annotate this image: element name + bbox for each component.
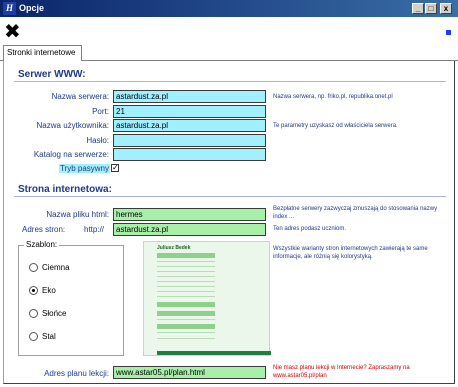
section-divider-website — [14, 196, 446, 197]
preview-row — [157, 261, 215, 262]
radio-label-slonce[interactable]: Słońce — [42, 309, 66, 318]
section-title-website: Strona internetowa: — [18, 184, 112, 195]
username-label: Nazwa użytkownika: — [36, 121, 109, 130]
lesson-plan-note: Nie masz planu lekcji w Internecie? Zapr… — [273, 365, 410, 379]
server-name-note: Nazwa serwera, np. friko.pl, republika.o… — [273, 94, 393, 100]
radio-label-eko[interactable]: Eko — [42, 286, 56, 295]
preview-bar — [157, 302, 215, 307]
passive-mode-label: Tryb pasywny — [58, 164, 110, 173]
preview-row — [157, 276, 215, 277]
radio-stal[interactable] — [29, 332, 38, 341]
radio-label-stal[interactable]: Stal — [42, 332, 56, 341]
address-note: Ten adres podasz uczniom. — [273, 226, 347, 232]
address-prefix: http:// — [84, 225, 105, 234]
toolbar — [0, 17, 458, 44]
username-input[interactable]: astardust.za.pl — [113, 119, 266, 132]
html-filename-input[interactable]: hermes — [113, 208, 266, 221]
template-note: Wszystkie warianty stron internetowych z… — [273, 246, 428, 260]
password-input[interactable] — [113, 134, 266, 147]
app-icon: H — [3, 2, 16, 15]
preview-title: Juliusz Bedek — [157, 245, 191, 251]
close-window-button[interactable]: x — [440, 3, 452, 14]
preview-row — [157, 291, 215, 292]
server-name-input[interactable]: astardust.za.pl — [113, 90, 266, 103]
radio-label-ciemna[interactable]: Ciemna — [42, 263, 70, 272]
window-title: Opcje — [19, 3, 45, 13]
port-label: Port: — [92, 107, 109, 116]
passive-mode-checkbox[interactable]: ✓ — [111, 164, 119, 172]
password-label: Hasło: — [86, 136, 109, 145]
preview-row — [157, 266, 215, 267]
template-preview-image: Juliusz Bedek — [143, 241, 271, 356]
section-title-server: Serwer WWW: — [18, 69, 86, 80]
preview-row — [157, 338, 215, 339]
blue-square-icon — [446, 30, 451, 35]
radio-slonce[interactable] — [29, 309, 38, 318]
preview-bar — [157, 311, 215, 316]
server-name-label: Nazwa serwera: — [51, 92, 109, 101]
template-legend: Szablon: — [24, 240, 60, 249]
radio-eko[interactable] — [29, 286, 38, 295]
preview-row — [157, 296, 215, 297]
preview-bar — [157, 253, 215, 258]
minimize-button[interactable]: _ — [412, 3, 424, 14]
title-bar: H Opcje _ □ x — [0, 0, 458, 17]
section-divider-server — [14, 81, 446, 82]
address-input[interactable]: astardust.za.pl — [113, 223, 266, 236]
lesson-plan-input[interactable]: www.astar05.pl/plan.html — [113, 366, 266, 379]
preview-bar — [157, 324, 215, 329]
html-filename-label: Nazwa pliku html: — [46, 210, 109, 219]
address-label: Adres stron: — [22, 225, 66, 234]
preview-footer-bar — [157, 351, 271, 355]
username-note: Te parametry uzyskasz od właściciela ser… — [273, 123, 398, 129]
preview-row — [157, 319, 215, 320]
directory-input[interactable] — [113, 148, 266, 161]
tab-stronki-internetowe[interactable]: Stronki internetowe — [3, 45, 82, 61]
lesson-plan-label: Adres planu lekcji: — [44, 369, 109, 378]
preview-row — [157, 271, 215, 272]
preview-row — [157, 286, 215, 287]
port-input[interactable]: 21 — [113, 105, 266, 118]
html-filename-note: Bezpłatne serwery zazwyczaj zmuszają do … — [273, 206, 438, 220]
preview-row — [157, 332, 215, 333]
close-icon[interactable]: ✖ — [4, 20, 21, 42]
maximize-button[interactable]: □ — [425, 3, 437, 14]
preview-row — [157, 281, 215, 282]
radio-ciemna[interactable] — [29, 263, 38, 272]
directory-label: Katalog na serwerze: — [33, 150, 109, 159]
